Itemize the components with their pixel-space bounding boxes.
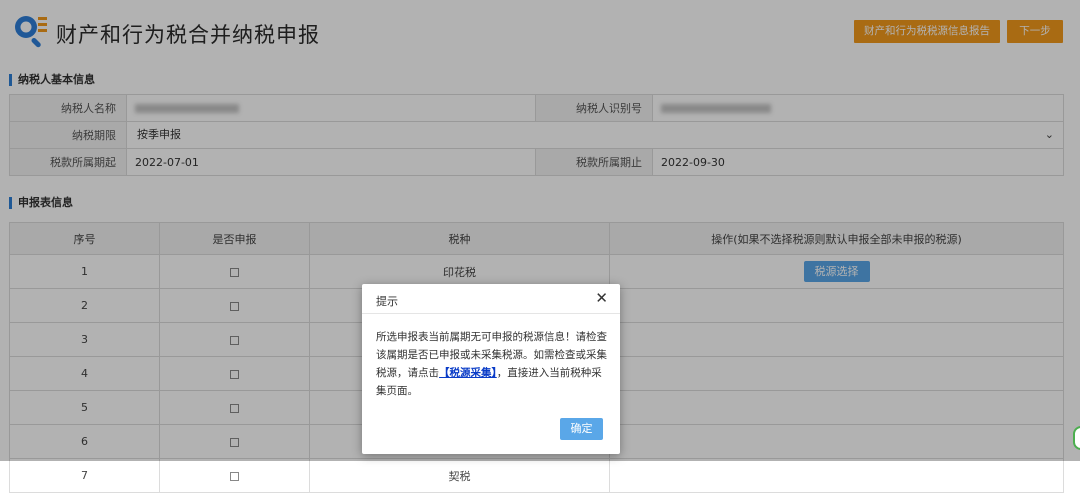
dialog-message: 所选申报表当前属期无可申报的税源信息！请检查该属期是否已申报或未采集税源。如需检… (376, 328, 608, 400)
close-icon[interactable]: ✕ (595, 290, 608, 306)
dialog-divider (362, 313, 620, 314)
confirm-button[interactable]: 确定 (560, 418, 603, 440)
tax-source-collect-link[interactable]: 【税源采集】 (439, 367, 497, 379)
declare-checkbox[interactable] (230, 471, 239, 481)
table-row: 7 契税 (9, 458, 1064, 493)
row-tax-type: 契税 (309, 458, 610, 493)
row-action (609, 458, 1064, 493)
floating-help-icon[interactable] (1073, 426, 1080, 450)
row-index: 7 (9, 458, 160, 493)
dialog-title: 提示 (376, 295, 398, 308)
prompt-dialog: 提示 ✕ 所选申报表当前属期无可申报的税源信息！请检查该属期是否已申报或未采集税… (362, 284, 620, 454)
